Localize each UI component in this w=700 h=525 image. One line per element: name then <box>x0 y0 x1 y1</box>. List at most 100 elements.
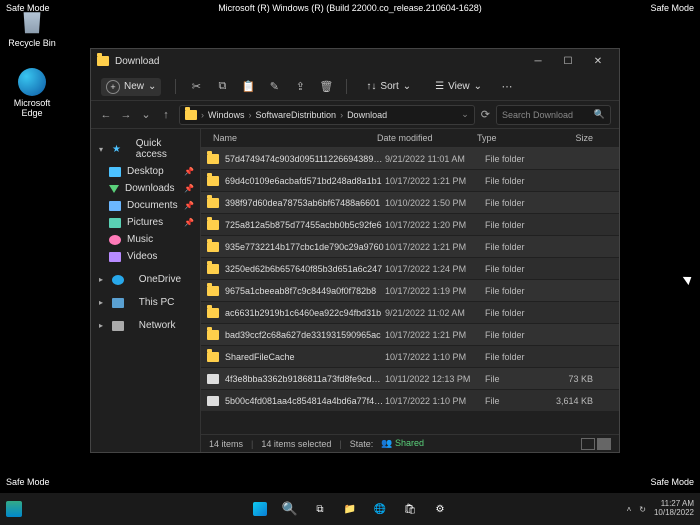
chevron-right-icon: ▸ <box>99 275 103 284</box>
crumb-0[interactable]: Windows <box>208 110 245 120</box>
file-date: 10/17/2022 1:24 PM <box>385 264 485 274</box>
folder-icon <box>207 286 219 296</box>
refresh-button[interactable]: ⟳ <box>481 108 490 121</box>
folder-icon <box>207 220 219 230</box>
pin-icon: 📌 <box>184 218 194 227</box>
taskbar-edge[interactable]: 🌐 <box>367 496 393 522</box>
documents-icon <box>109 201 121 211</box>
more-icon[interactable]: ⋯ <box>501 81 513 93</box>
table-row[interactable]: 5b00c4fd081aa4c854814a4bd6a77f4644f9...1… <box>201 390 619 411</box>
edge-label: Microsoft Edge <box>8 98 56 118</box>
chevron-right-icon: ▸ <box>99 321 103 330</box>
large-icons-view-button[interactable] <box>597 438 611 450</box>
sidebar-item-videos[interactable]: Videos <box>91 248 200 265</box>
details-view-button[interactable] <box>581 438 595 450</box>
file-name: 4f3e8bba3362b9186811a73fd8fe9cd28355... <box>225 374 385 384</box>
table-row[interactable]: 4f3e8bba3362b9186811a73fd8fe9cd28355...1… <box>201 368 619 389</box>
taskbar-explorer[interactable]: 📁 <box>337 496 363 522</box>
up-button[interactable]: ↑ <box>159 109 173 121</box>
view-button[interactable]: ☰ View ⌄ <box>430 79 487 94</box>
table-row[interactable]: 57d4749474c903d0951112266943891b19/21/20… <box>201 148 619 169</box>
network-label: Network <box>139 320 176 331</box>
maximize-button[interactable]: ☐ <box>553 49 583 73</box>
sidebar-item-downloads[interactable]: Downloads📌 <box>91 180 200 197</box>
sidebar: ▾★ Quick access Desktop📌 Downloads📌 Docu… <box>91 129 201 452</box>
table-row[interactable]: 398f97d60dea78753ab6bf67488a660110/10/20… <box>201 192 619 213</box>
rename-icon[interactable]: ✎ <box>268 81 280 93</box>
table-row[interactable]: 725a812a5b875d77455acbb0b5c92fe610/17/20… <box>201 214 619 235</box>
selected-count: 14 items selected <box>261 439 331 449</box>
file-size: 3,614 KB <box>555 396 613 406</box>
search-placeholder: Search Download <box>502 110 573 120</box>
sidebar-item-desktop[interactable]: Desktop📌 <box>91 163 200 180</box>
start-button[interactable] <box>247 496 273 522</box>
chevron-down-icon[interactable]: ⌄ <box>461 109 469 120</box>
widgets-button[interactable] <box>6 501 22 517</box>
search-button[interactable]: 🔍 <box>277 496 303 522</box>
file-icon <box>207 396 219 406</box>
table-row[interactable]: ac6631b2919b1c6460ea922c94fbd31b9/21/202… <box>201 302 619 323</box>
crumb-2[interactable]: Download <box>347 110 387 120</box>
desktop-icon-recycle-bin[interactable]: Recycle Bin <box>8 8 56 48</box>
close-button[interactable]: ✕ <box>583 49 613 73</box>
file-name: 9675a1cbeeab8f7c9c8449a0f0f782b8 <box>225 286 385 296</box>
column-headers[interactable]: Name Date modified Type Size <box>201 129 619 148</box>
watermark-bl: Safe Mode <box>6 477 50 487</box>
share-icon[interactable]: ⇪ <box>294 81 306 93</box>
state-label: State: <box>350 439 374 449</box>
file-name: 935e7732214b177cbc1de790c29a9760 <box>225 242 385 252</box>
copy-icon[interactable]: ⧉ <box>216 81 228 93</box>
taskbar-app[interactable]: ⚙ <box>427 496 453 522</box>
onedrive-icon <box>112 275 124 285</box>
desktop-icon-edge[interactable]: Microsoft Edge <box>8 68 56 118</box>
delete-icon[interactable]: 🗑 <box>320 81 332 93</box>
sidebar-this-pc[interactable]: ▸ This PC <box>91 294 200 311</box>
recycle-bin-icon <box>18 8 46 36</box>
sidebar-item-documents[interactable]: Documents📌 <box>91 197 200 214</box>
cut-icon[interactable]: ✂ <box>190 81 202 93</box>
recent-button[interactable]: ⌄ <box>139 108 153 121</box>
titlebar[interactable]: Download ─ ☐ ✕ <box>91 49 619 73</box>
sidebar-item-music[interactable]: Music <box>91 231 200 248</box>
table-row[interactable]: 3250ed62b6b657640f85b3d651a6c24710/17/20… <box>201 258 619 279</box>
table-row[interactable]: SharedFileCache10/17/2022 1:10 PMFile fo… <box>201 346 619 367</box>
table-row[interactable]: 935e7732214b177cbc1de790c29a976010/17/20… <box>201 236 619 257</box>
chevron-right-icon: › <box>340 110 343 120</box>
item-count: 14 items <box>209 439 243 449</box>
paste-icon[interactable]: 📋 <box>242 81 254 93</box>
tray-chevron-icon[interactable]: ˄ <box>627 505 632 514</box>
table-row[interactable]: 69d4c0109e6acbafd571bd248ad8a1b110/17/20… <box>201 170 619 191</box>
forward-button[interactable]: → <box>119 109 133 121</box>
file-type: File folder <box>485 352 555 362</box>
clock[interactable]: 11:27 AM 10/18/2022 <box>654 500 694 518</box>
new-button[interactable]: + New ⌄ <box>101 78 161 96</box>
sidebar-item-label: Desktop <box>127 166 164 177</box>
chevron-right-icon: › <box>249 110 252 120</box>
table-row[interactable]: bad39ccf2c68a627de331931590965ac10/17/20… <box>201 324 619 345</box>
file-type: File folder <box>485 154 555 164</box>
sort-button[interactable]: ↑↓ Sort ⌄ <box>361 79 416 94</box>
col-date[interactable]: Date modified <box>377 133 477 143</box>
crumb-1[interactable]: SoftwareDistribution <box>256 110 337 120</box>
breadcrumb[interactable]: › Windows › SoftwareDistribution › Downl… <box>179 105 475 125</box>
tray-sync-icon[interactable]: ↻ <box>639 505 646 514</box>
sidebar-item-pictures[interactable]: Pictures📌 <box>91 214 200 231</box>
sidebar-onedrive[interactable]: ▸ OneDrive <box>91 271 200 288</box>
system-tray[interactable]: ˄ ↻ 11:27 AM 10/18/2022 <box>627 500 694 518</box>
search-input[interactable]: Search Download 🔍 <box>496 105 611 125</box>
taskbar[interactable]: 🔍 ⧉ 📁 🌐 🛍 ⚙ ˄ ↻ 11:27 AM 10/18/2022 <box>0 493 700 525</box>
folder-icon <box>207 242 219 252</box>
sidebar-network[interactable]: ▸ Network <box>91 317 200 334</box>
table-row[interactable]: 9675a1cbeeab8f7c9c8449a0f0f782b810/17/20… <box>201 280 619 301</box>
sidebar-quick-access[interactable]: ▾★ Quick access <box>91 135 200 163</box>
col-type[interactable]: Type <box>477 133 547 143</box>
pictures-icon <box>109 218 121 228</box>
col-size[interactable]: Size <box>547 133 613 143</box>
task-view-button[interactable]: ⧉ <box>307 496 333 522</box>
back-button[interactable]: ← <box>99 109 113 121</box>
minimize-button[interactable]: ─ <box>523 49 553 73</box>
rows-container: 57d4749474c903d0951112266943891b19/21/20… <box>201 148 619 434</box>
quick-access-label: Quick access <box>136 138 192 160</box>
taskbar-store[interactable]: 🛍 <box>397 496 423 522</box>
col-name[interactable]: Name <box>207 133 377 143</box>
